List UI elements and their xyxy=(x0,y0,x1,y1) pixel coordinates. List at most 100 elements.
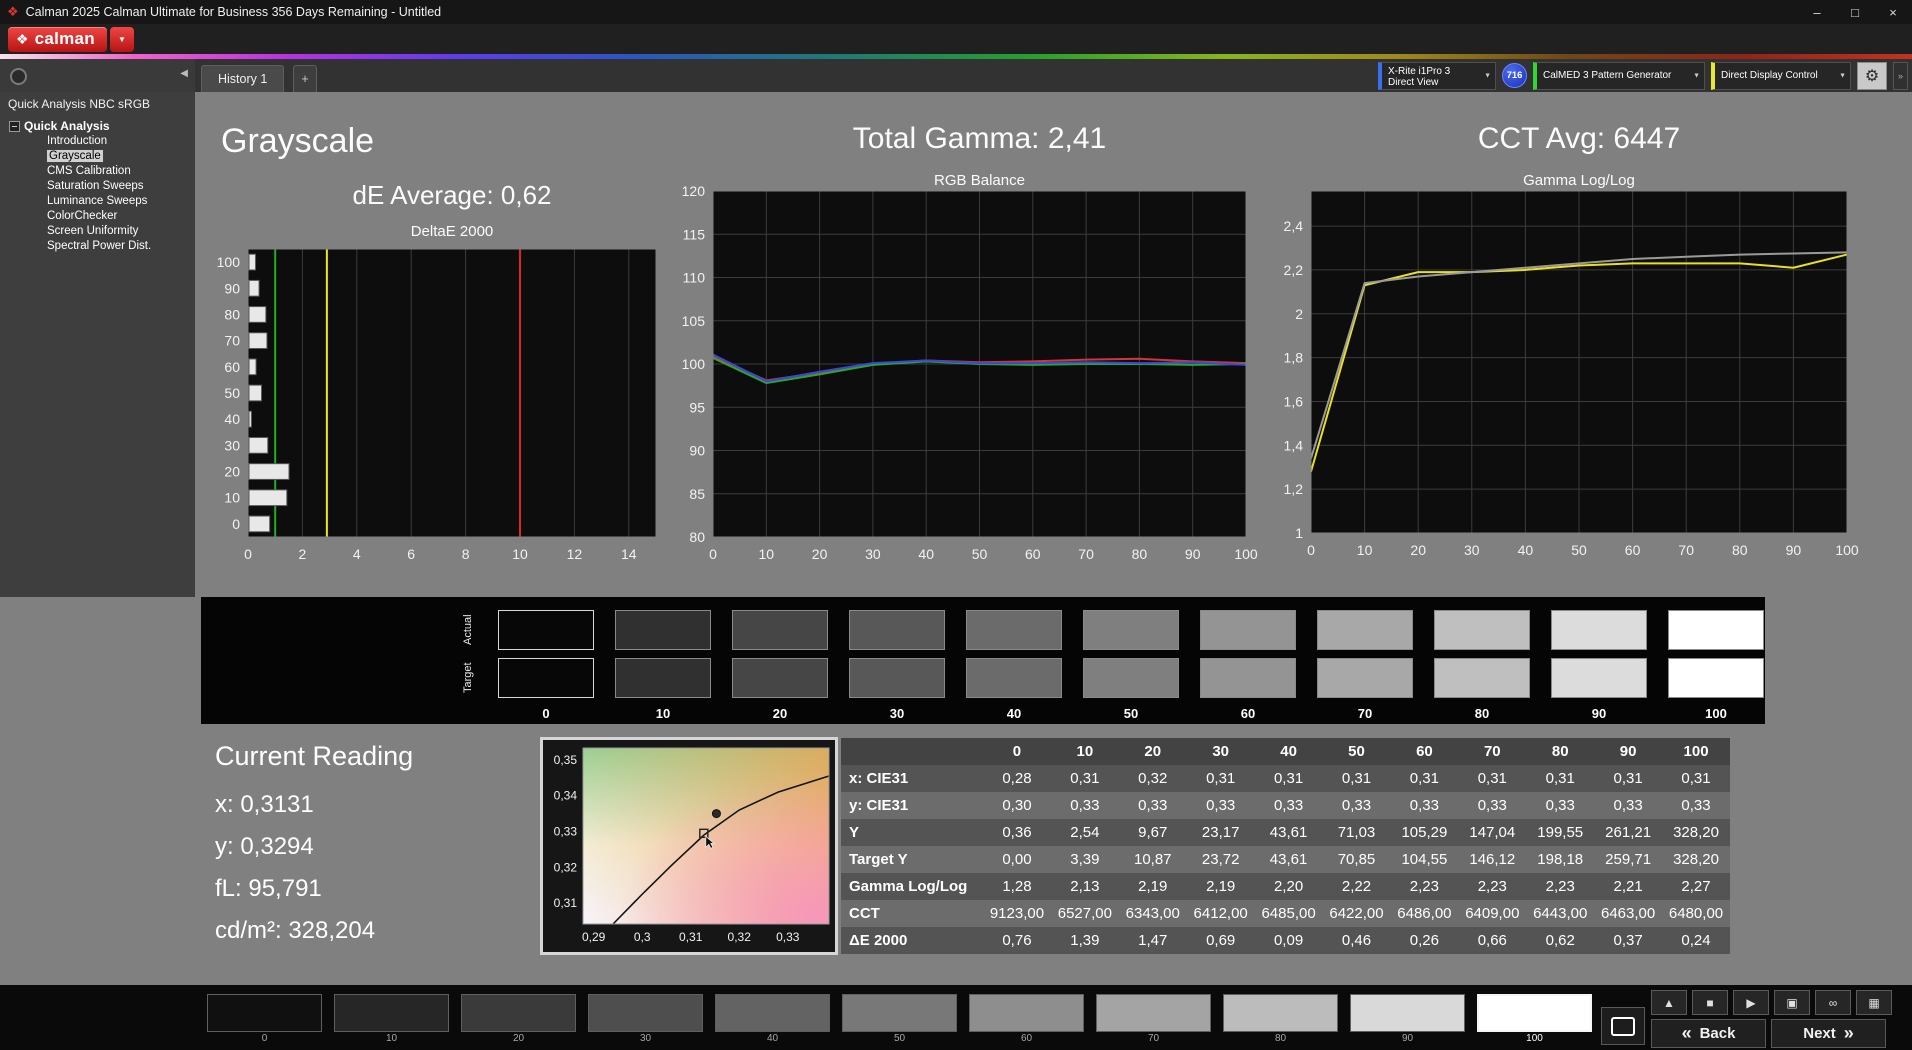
sidebar-collapse-button[interactable]: ◀ xyxy=(180,68,188,79)
patch-swatch xyxy=(207,994,322,1032)
workflow-tree-items: IntroductionGrayscale CMS CalibrationSatu… xyxy=(0,134,195,254)
workspace-menu-button[interactable] xyxy=(10,68,27,85)
chevron-down-icon: ▼ xyxy=(1693,70,1700,81)
table-value-cell: 0,33 xyxy=(1390,792,1458,819)
panel-expand-button[interactable]: » xyxy=(1893,62,1908,90)
table-value-cell: 0,31 xyxy=(1390,765,1458,792)
stop-button[interactable]: ■ xyxy=(1692,990,1728,1015)
sidebar-item-colorchecker[interactable]: ColorChecker xyxy=(0,209,195,224)
sidebar-item-screen-uniformity[interactable]: Screen Uniformity xyxy=(0,224,195,239)
table-column-header: 100 xyxy=(1662,738,1730,765)
transport-controls: ▲■▶▣∞▦ xyxy=(1651,990,1892,1015)
chevron-down-icon: ▼ xyxy=(1839,70,1846,81)
patch-button-100[interactable]: 100 xyxy=(1477,994,1592,1046)
svg-text:8: 8 xyxy=(462,546,470,562)
minimize-button[interactable]: – xyxy=(1798,0,1836,24)
meter-mode: Direct View xyxy=(1388,77,1479,88)
svg-text:90: 90 xyxy=(1786,542,1802,558)
target-row-label: Target xyxy=(459,658,477,698)
meter-count-badge[interactable]: 716 xyxy=(1502,63,1527,88)
continuous-measure-button[interactable]: ∞ xyxy=(1815,990,1851,1015)
patch-button-90[interactable]: 90 xyxy=(1350,994,1465,1046)
patch-button-row: 010 20 30405060708090 100 xyxy=(207,994,1592,1046)
cie-chart-panel[interactable]: 0,290,30,310,320,330,310,320,330,340,35 xyxy=(540,737,838,955)
table-value-cell: 0,24 xyxy=(1662,927,1730,954)
patch-button-30[interactable]: 30 xyxy=(588,994,703,1046)
patch-swatch xyxy=(588,994,703,1032)
table-value-cell: 2,20 xyxy=(1255,873,1323,900)
add-tab-button[interactable]: + xyxy=(293,65,317,92)
table-value-cell: 9,67 xyxy=(1119,819,1187,846)
table-row-label: x: CIE31 xyxy=(841,765,983,792)
swatch-column-labels: 0102030405060708090100 xyxy=(459,706,1764,721)
svg-text:30: 30 xyxy=(865,546,881,562)
patch-label: 20 xyxy=(461,1032,576,1046)
save-button[interactable]: ▣ xyxy=(1774,990,1810,1015)
swatch-grid: Actual Target 0102030405060708090100 xyxy=(459,610,1764,729)
svg-text:10: 10 xyxy=(512,546,528,562)
eject-button[interactable]: ▲ xyxy=(1651,990,1687,1015)
patch-swatch xyxy=(969,994,1084,1032)
pattern-window-button[interactable]: ▦ xyxy=(1856,990,1892,1015)
table-value-cell: 328,20 xyxy=(1662,819,1730,846)
sidebar-item-saturation-sweeps[interactable]: Saturation Sweeps xyxy=(0,179,195,194)
app-icon: ❖ xyxy=(7,4,19,20)
sidebar-item-cms-calibration[interactable]: CMS Calibration xyxy=(0,164,195,179)
calman-window: ❖ Calman 2025 Calman Ultimate for Busine… xyxy=(0,0,1912,1050)
cie-chart: 0,290,30,310,320,330,310,320,330,340,35 xyxy=(543,740,835,952)
table-row-label: Gamma Log/Log xyxy=(841,873,983,900)
patch-button-40[interactable]: 40 xyxy=(715,994,830,1046)
patch-button-70[interactable]: 70 xyxy=(1096,994,1211,1046)
swatch-column-label: 70 xyxy=(1317,706,1413,721)
patch-button-60[interactable]: 60 xyxy=(969,994,1084,1046)
table-column-header: 80 xyxy=(1526,738,1594,765)
sidebar-item-grayscale[interactable]: Grayscale xyxy=(0,149,195,164)
table-value-cell: 0,33 xyxy=(1662,792,1730,819)
table-value-cell: 146,12 xyxy=(1458,846,1526,873)
sidebar-item-introduction[interactable]: Introduction xyxy=(0,134,195,149)
reading-x: x: 0,3131 xyxy=(215,784,413,826)
tab-history-1[interactable]: History 1 xyxy=(201,65,284,92)
table-column-header: 10 xyxy=(1051,738,1119,765)
svg-text:20: 20 xyxy=(224,464,240,480)
close-button[interactable]: × xyxy=(1874,0,1912,24)
table-value-cell: 261,21 xyxy=(1594,819,1662,846)
patch-swatch xyxy=(1096,994,1211,1032)
play-button[interactable]: ▶ xyxy=(1733,990,1769,1015)
sidebar-item-luminance-sweeps[interactable]: Luminance Sweeps xyxy=(0,194,195,209)
next-button[interactable]: Next » xyxy=(1771,1019,1886,1048)
tree-expander-icon[interactable] xyxy=(9,121,20,132)
pattern-generator-dropdown[interactable]: CalMED 3 Pattern Generator ▼ xyxy=(1533,62,1705,90)
calman-logo-icon: ❖ xyxy=(16,31,29,48)
pattern-toolbar: 010 20 30405060708090 100 ▲■▶▣∞▦ « Back Nex… xyxy=(0,985,1912,1050)
window-title: Calman 2025 Calman Ultimate for Business… xyxy=(26,5,441,19)
sidebar-item-quick-analysis[interactable]: Quick Analysis xyxy=(0,118,195,134)
patch-button-10[interactable]: 10 xyxy=(334,994,449,1046)
svg-text:90: 90 xyxy=(1185,546,1201,562)
logo-menu-button[interactable]: ▼ xyxy=(110,27,134,52)
display-control-dropdown[interactable]: Direct Display Control ▼ xyxy=(1711,62,1851,90)
pattern-display-button[interactable] xyxy=(1601,1007,1645,1045)
actual-swatch-30 xyxy=(849,610,945,650)
patch-button-50[interactable]: 50 xyxy=(842,994,957,1046)
sidebar-item-spectral-power-dist-[interactable]: Spectral Power Dist. xyxy=(0,239,195,254)
patch-button-0[interactable]: 0 xyxy=(207,994,322,1046)
svg-text:100: 100 xyxy=(1234,546,1258,562)
back-button[interactable]: « Back xyxy=(1651,1019,1766,1048)
patch-label: 100 xyxy=(1477,1032,1592,1046)
table-value-cell: 0,31 xyxy=(1458,765,1526,792)
svg-text:60: 60 xyxy=(1025,546,1041,562)
table-value-cell: 0,31 xyxy=(1187,765,1255,792)
svg-text:100: 100 xyxy=(1835,542,1859,558)
patch-swatch xyxy=(461,994,576,1032)
settings-gear-button[interactable]: ⚙ xyxy=(1857,62,1887,90)
table-value-cell: 0,31 xyxy=(1662,765,1730,792)
table-value-cell: 0,76 xyxy=(983,927,1051,954)
sidebar-item-label: Grayscale xyxy=(47,150,103,162)
patch-button-80[interactable]: 80 xyxy=(1223,994,1338,1046)
maximize-button[interactable]: □ xyxy=(1836,0,1874,24)
svg-text:1,6: 1,6 xyxy=(1284,393,1304,409)
calman-logo[interactable]: ❖ calman xyxy=(8,27,107,52)
patch-button-20[interactable]: 20 xyxy=(461,994,576,1046)
meter-dropdown[interactable]: X-Rite i1Pro 3 Direct View ▼ xyxy=(1378,62,1496,90)
